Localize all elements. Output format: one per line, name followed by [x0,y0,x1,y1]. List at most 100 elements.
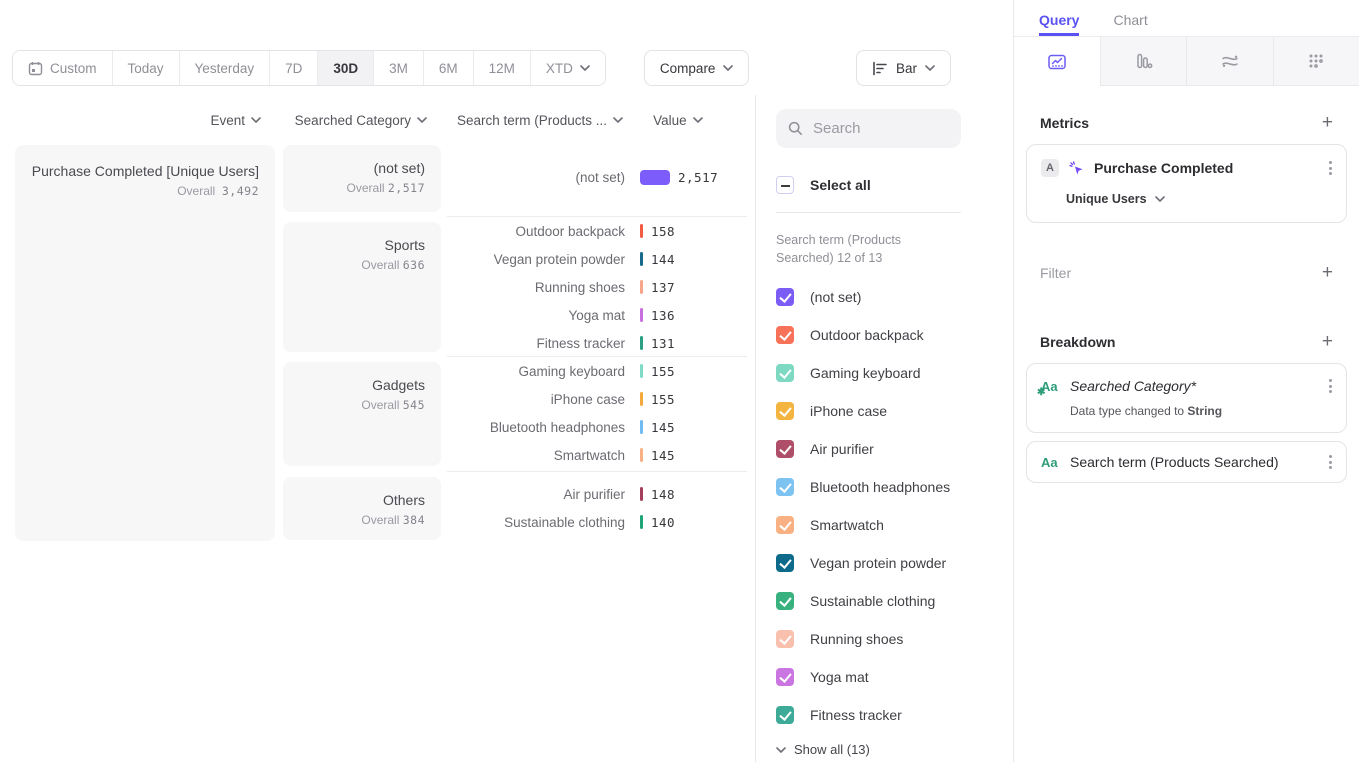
term-row[interactable]: Outdoor backpack 158 [447,217,747,245]
legend-item[interactable]: Air purifier [776,430,1013,468]
sidebar-tabs: Query Chart [1014,0,1359,37]
date-range-3m[interactable]: 3M [374,51,424,85]
date-range-today[interactable]: Today [113,51,180,85]
value-bar [640,170,670,185]
term-value: 131 [651,336,675,351]
legend-item-label: Yoga mat [810,669,869,685]
term-value: 155 [651,364,675,379]
term-row[interactable]: Bluetooth headphones 145 [447,413,747,441]
add-filter-button[interactable]: + [1322,263,1333,282]
legend-item-list: (not set) Outdoor backpack Gaming keyboa… [776,278,1013,734]
tab-retention[interactable] [1273,37,1359,86]
chart-type-selector[interactable]: Bar [856,50,951,86]
term-value: 144 [651,252,675,267]
event-card[interactable]: Purchase Completed [Unique Users] Overal… [15,145,275,541]
legend-item[interactable]: Fitness tracker [776,696,1013,734]
measure-selector[interactable]: Unique Users [1066,192,1332,206]
group-sports: Sports Overall 636 Outdoor backpack 158 [283,217,755,357]
kebab-menu-icon[interactable] [1329,161,1332,175]
legend-checkbox-checked[interactable] [776,440,794,458]
chevron-down-icon [925,65,935,71]
legend-item[interactable]: (not set) [776,278,1013,316]
term-label: Bluetooth headphones [447,420,640,435]
legend-checkbox-checked[interactable] [776,478,794,496]
tab-chart[interactable]: Chart [1113,12,1147,36]
add-metric-button[interactable]: + [1322,113,1333,132]
tab-query[interactable]: Query [1039,12,1079,36]
legend-checkbox-checked[interactable] [776,326,794,344]
term-row[interactable]: Fitness tracker 131 [447,329,747,357]
legend-checkbox-checked[interactable] [776,630,794,648]
legend-item[interactable]: Gaming keyboard [776,354,1013,392]
value-bar [640,420,643,434]
tab-flows[interactable] [1186,37,1273,86]
breakdown-card-searched-category[interactable]: Aa✱ Searched Category* Data type changed… [1026,363,1347,433]
term-row[interactable]: Air purifier 148 [447,480,747,508]
select-all-checkbox-indeterminate[interactable] [776,176,794,194]
legend-item[interactable]: Sustainable clothing [776,582,1013,620]
legend-item-label: Running shoes [810,631,903,647]
term-label: Smartwatch [447,448,640,463]
table-header-row: Event Searched Category Search term (Pro… [15,95,755,145]
category-card[interactable]: (not set) Overall 2,517 [283,145,441,212]
date-range-7d[interactable]: 7D [270,51,318,85]
legend-item[interactable]: Bluetooth headphones [776,468,1013,506]
legend-item[interactable]: iPhone case [776,392,1013,430]
flows-icon [1219,50,1241,72]
term-row[interactable]: (not set) 2,517 [447,163,747,191]
term-label: Fitness tracker [447,336,640,351]
chevron-down-icon [776,747,786,753]
date-range-yesterday[interactable]: Yesterday [180,51,271,85]
term-row[interactable]: Yoga mat 136 [447,301,747,329]
search-input[interactable]: Search [776,109,961,148]
select-all-row[interactable]: Select all [776,176,1013,194]
legend-checkbox-checked[interactable] [776,668,794,686]
category-card[interactable]: Others Overall 384 [283,477,441,540]
term-row[interactable]: Smartwatch 145 [447,441,747,469]
legend-checkbox-checked[interactable] [776,402,794,420]
date-range-xtd[interactable]: XTD [531,51,605,85]
tab-insights[interactable] [1014,37,1100,86]
legend-checkbox-checked[interactable] [776,516,794,534]
show-all-toggle[interactable]: Show all (13) [776,742,1013,757]
compare-button[interactable]: Compare [644,50,750,86]
metric-card[interactable]: A Purchase Completed Unique Users [1026,144,1347,223]
date-range-12m[interactable]: 12M [474,51,531,85]
legend-item[interactable]: Vegan protein powder [776,544,1013,582]
term-row[interactable]: Running shoes 137 [447,273,747,301]
term-label: Outdoor backpack [447,224,640,239]
column-header-event[interactable]: Event [15,113,275,128]
term-row[interactable]: Vegan protein powder 144 [447,245,747,273]
legend-item[interactable]: Smartwatch [776,506,1013,544]
category-card[interactable]: Gadgets Overall 545 [283,362,441,466]
category-overall: Overall 545 [299,398,425,412]
legend-item[interactable]: Outdoor backpack [776,316,1013,354]
legend-checkbox-checked[interactable] [776,288,794,306]
legend-item[interactable]: Yoga mat [776,658,1013,696]
legend-checkbox-checked[interactable] [776,364,794,382]
date-range-6m[interactable]: 6M [424,51,474,85]
add-breakdown-button[interactable]: + [1322,332,1333,351]
report-content: Event Searched Category Search term (Pro… [0,95,1013,762]
legend-checkbox-checked[interactable] [776,706,794,724]
term-row[interactable]: iPhone case 155 [447,385,747,413]
date-range-30d-selected[interactable]: 30D [318,51,374,85]
column-header-value[interactable]: Value [653,113,703,128]
term-row[interactable]: Sustainable clothing 140 [447,508,747,536]
term-rows: (not set) 2,517 [447,145,747,217]
column-header-category[interactable]: Searched Category [283,113,441,128]
kebab-menu-icon[interactable] [1329,455,1332,469]
legend-item[interactable]: Running shoes [776,620,1013,658]
date-range-custom[interactable]: Custom [13,51,113,85]
main-report-area: Custom Today Yesterday 7D 30D 3M 6M 12M … [0,0,1013,762]
breakdown-card-search-term[interactable]: Aa Search term (Products Searched) [1026,441,1347,483]
category-card[interactable]: Sports Overall 636 [283,222,441,352]
kebab-menu-icon[interactable] [1329,379,1332,393]
term-row[interactable]: Gaming keyboard 155 [447,357,747,385]
tab-funnels[interactable] [1100,37,1187,86]
column-header-search-term[interactable]: Search term (Products ... [457,113,623,128]
legend-checkbox-checked[interactable] [776,554,794,572]
legend-item-label: iPhone case [810,403,887,419]
legend-checkbox-checked[interactable] [776,592,794,610]
app-window: Custom Today Yesterday 7D 30D 3M 6M 12M … [0,0,1359,762]
